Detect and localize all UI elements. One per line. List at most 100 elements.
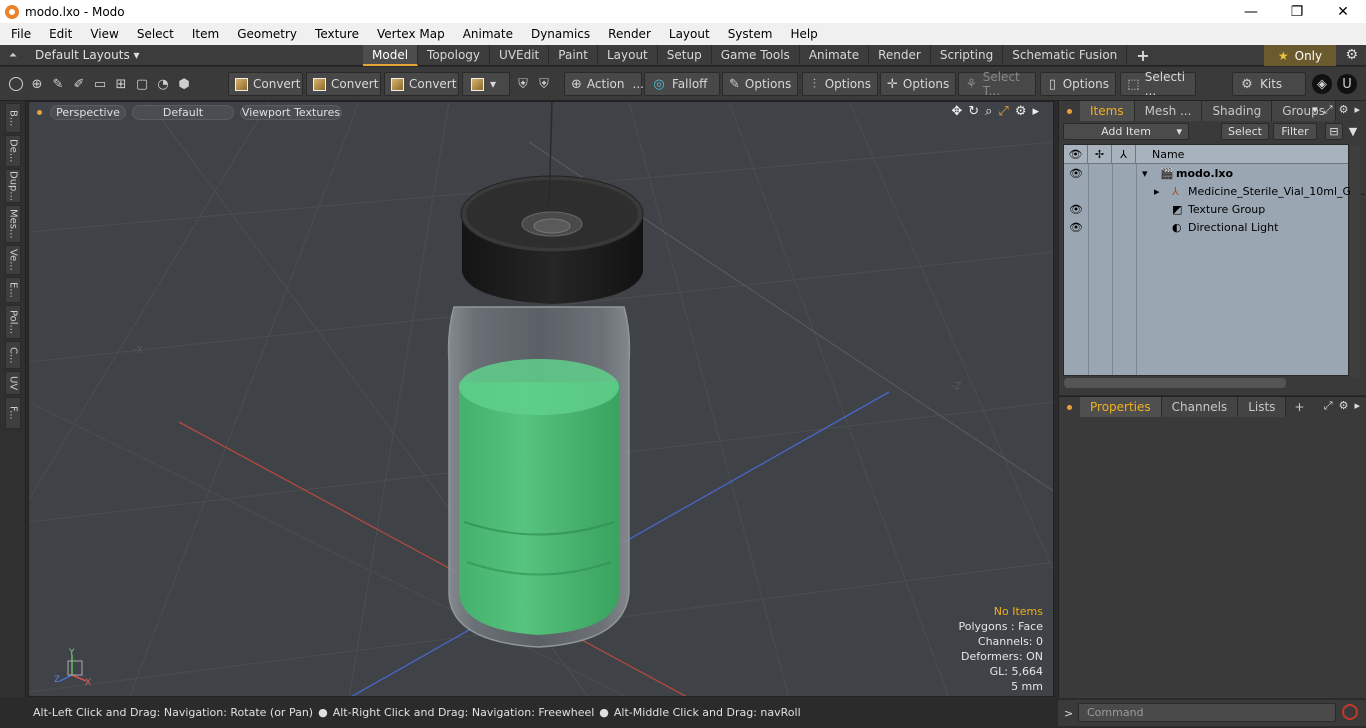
vial-model[interactable]: -X -Z — [29, 102, 1054, 697]
menu-geometry[interactable]: Geometry — [226, 27, 304, 41]
menu-help[interactable]: Help — [779, 27, 824, 41]
add-item-button[interactable]: Add Item ▾ — [1063, 123, 1189, 140]
tab-channels[interactable]: Channels — [1161, 397, 1239, 417]
tab-topology[interactable]: Topology — [418, 44, 491, 66]
tree-horizontal-scrollbar[interactable] — [1064, 378, 1286, 388]
tree-vertical-scrollbar[interactable] — [1350, 145, 1360, 377]
view-type-pill[interactable]: Perspective — [50, 104, 126, 120]
expand-icon[interactable]: ⤢ — [1324, 399, 1333, 413]
menu-layout[interactable]: Layout — [658, 27, 717, 41]
collapse-icon[interactable]: ⊟ — [1325, 123, 1343, 140]
select-button[interactable]: Select — [1221, 123, 1269, 140]
tab-paint[interactable]: Paint — [549, 44, 598, 66]
options-button-1[interactable]: ✎ Options — [722, 72, 798, 96]
funnel-icon[interactable]: ▼ — [1345, 123, 1361, 140]
tab-properties[interactable]: Properties — [1080, 397, 1162, 417]
pen-icon[interactable]: ✎ — [50, 76, 66, 92]
tree-row-texture-group[interactable]: 👁 ◩ Texture Group — [1064, 200, 1348, 218]
materials-icon[interactable]: ◔ — [155, 76, 171, 92]
zoom-icon[interactable]: ⌕ — [985, 104, 992, 119]
menu-view[interactable]: View — [79, 27, 125, 41]
selection-sets-button[interactable]: ⬚ Selecti ... — [1120, 70, 1196, 98]
menu-render[interactable]: Render — [597, 27, 658, 41]
menu-select[interactable]: Select — [126, 27, 181, 41]
tree-row-directional-light[interactable]: 👁 ◐ Directional Light — [1064, 218, 1348, 236]
select-through-button[interactable]: ⚘ Select T... — [958, 70, 1036, 98]
chevron-right-icon[interactable]: ▸ — [1032, 104, 1039, 119]
tab-uvedit[interactable]: UVEdit — [490, 44, 550, 66]
viewport-textures-pill[interactable]: Viewport Textures — [240, 104, 342, 120]
shading-style-pill[interactable]: Default — [132, 104, 234, 120]
pan-icon[interactable]: ✥ — [951, 104, 962, 119]
panel-gear-icon[interactable]: ⚙ — [1339, 399, 1349, 413]
chevron-right-icon[interactable]: ▸ — [1354, 399, 1360, 413]
layout-toggle-icon[interactable]: ⏶ — [9, 50, 21, 61]
expand-arrow-icon[interactable]: ▾ — [1142, 167, 1148, 180]
command-input[interactable]: Command — [1078, 703, 1336, 722]
action-center-button[interactable]: ⊕ Action ... — [564, 72, 644, 96]
tree-row-modo-lxo[interactable]: 👁 ▾ 🎬 modo.lxo — [1064, 164, 1348, 182]
shield-icon[interactable]: ⬢ — [176, 76, 192, 92]
menu-system[interactable]: System — [717, 27, 780, 41]
left-tab-duplicate[interactable]: Dup... — [5, 169, 21, 203]
panel-gear-icon[interactable]: ⚙ — [1339, 103, 1349, 117]
tab-mesh[interactable]: Mesh ... — [1134, 101, 1203, 121]
add-tab-button[interactable]: + — [1294, 400, 1304, 414]
brush-icon[interactable]: ✐ — [71, 76, 87, 92]
chevron-right-icon[interactable]: ▸ — [1354, 103, 1360, 117]
kits-button[interactable]: ⚙ Kits — [1232, 72, 1306, 96]
close-button[interactable]: ✕ — [1320, 0, 1366, 23]
options-button-3[interactable]: ✛ Options — [880, 72, 956, 96]
vertex-mode-icon[interactable] — [8, 76, 24, 92]
unity-icon[interactable]: ◈ — [1312, 74, 1332, 94]
restore-button[interactable]: ❐ — [1274, 0, 1320, 23]
items-icon[interactable]: ▢ — [134, 76, 150, 92]
tab-items[interactable]: Items — [1080, 101, 1135, 121]
maximize-icon[interactable]: ⤢ — [998, 104, 1008, 119]
left-tab-basic[interactable]: B... — [5, 103, 21, 133]
tab-lists[interactable]: Lists — [1238, 397, 1287, 417]
workplane-shield-icon[interactable]: ⛨ — [536, 76, 552, 92]
tab-model[interactable]: Model — [363, 44, 419, 66]
left-tab-vertex[interactable]: Ve... — [5, 245, 21, 275]
add-tab-button[interactable]: + — [1127, 45, 1158, 66]
tree-row-vial-mesh[interactable]: ▸ ⅄ Medicine_Sterile_Vial_10ml_Gr... — [1064, 182, 1365, 200]
menu-dynamics[interactable]: Dynamics — [520, 27, 597, 41]
tab-render[interactable]: Render — [869, 44, 931, 66]
tab-schematic-fusion[interactable]: Schematic Fusion — [1003, 44, 1128, 66]
left-tab-edge[interactable]: E... — [5, 277, 21, 303]
menu-file[interactable]: File — [0, 27, 38, 41]
menu-edit[interactable]: Edit — [38, 27, 79, 41]
tab-scripting[interactable]: Scripting — [931, 44, 1004, 66]
snapping-dropdown[interactable]: ▾ — [462, 72, 510, 96]
tab-game-tools[interactable]: Game Tools — [712, 44, 800, 66]
name-column-header[interactable]: Name — [1152, 148, 1184, 161]
viewport-gear-icon[interactable]: ⚙ — [1015, 104, 1027, 119]
left-tab-polygon[interactable]: Pol... — [5, 305, 21, 339]
only-toggle[interactable]: ★ Only — [1264, 45, 1336, 66]
left-tab-deform[interactable]: De... — [5, 135, 21, 167]
unreal-icon[interactable]: U — [1337, 74, 1357, 94]
chevron-down-icon[interactable]: ▾ — [1312, 103, 1318, 117]
panel-menu-dot[interactable] — [1067, 404, 1072, 410]
globe-icon[interactable]: ⊕ — [29, 76, 45, 92]
eye-icon[interactable]: 👁 — [1069, 167, 1083, 180]
polygons-icon[interactable]: ⊞ — [113, 76, 129, 92]
expand-icon[interactable]: ⤢ — [1324, 103, 1333, 117]
edges-icon[interactable]: ▭ — [92, 76, 108, 92]
rotate-icon[interactable]: ↻ — [968, 104, 979, 119]
falloff-button[interactable]: ◎ Falloff — [644, 72, 720, 96]
menu-vertex-map[interactable]: Vertex Map — [366, 27, 452, 41]
menu-animate[interactable]: Animate — [452, 27, 520, 41]
visibility-column-icon[interactable]: 👁 — [1064, 145, 1088, 164]
left-tab-curve[interactable]: C... — [5, 341, 21, 369]
options-button-4[interactable]: ▯ Options — [1040, 72, 1116, 96]
tab-layout[interactable]: Layout — [598, 44, 658, 66]
convert-button-1[interactable]: Convert — [228, 72, 303, 96]
viewport-menu-dot[interactable] — [37, 109, 42, 115]
menu-texture[interactable]: Texture — [304, 27, 366, 41]
tab-shading[interactable]: Shading — [1202, 101, 1273, 121]
tab-setup[interactable]: Setup — [658, 44, 712, 66]
expand-arrow-icon[interactable]: ▸ — [1154, 185, 1160, 198]
left-tab-uv[interactable]: UV — [5, 371, 21, 395]
